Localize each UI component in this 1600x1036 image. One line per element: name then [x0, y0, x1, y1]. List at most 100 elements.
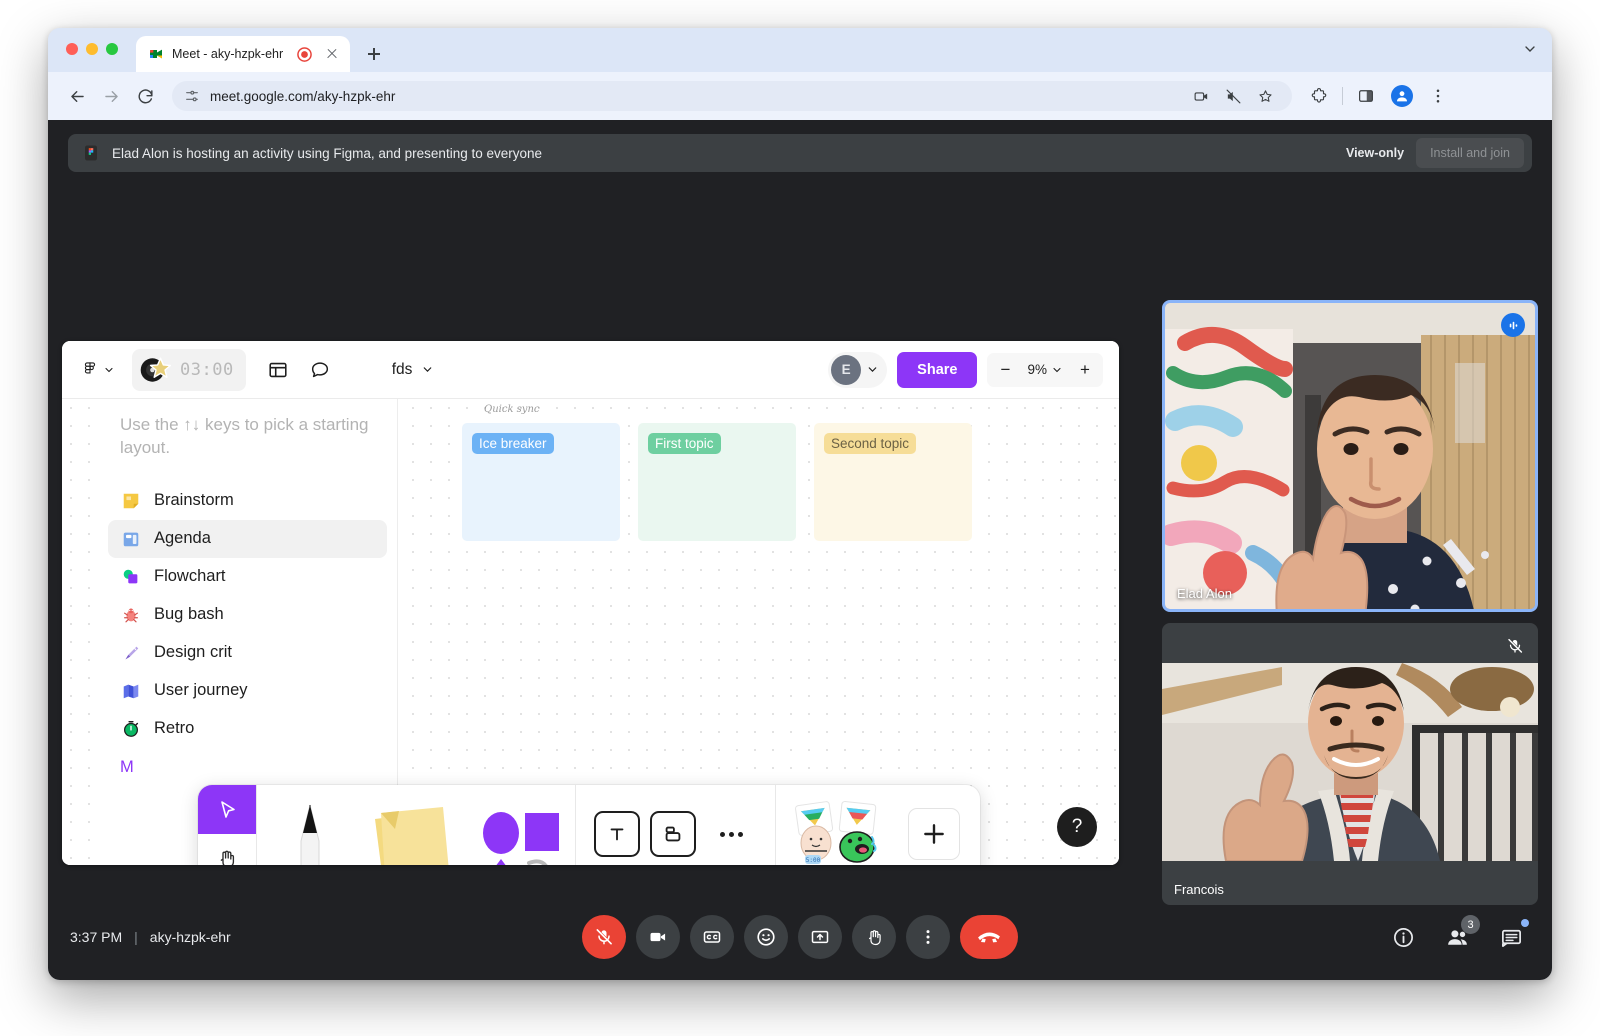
board-card-first-topic[interactable]: First topic — [638, 423, 796, 541]
new-tab-button[interactable] — [360, 40, 388, 68]
end-call-button[interactable] — [960, 915, 1018, 959]
meta-separator: | — [134, 929, 138, 945]
more-tools-icon[interactable] — [706, 831, 757, 837]
board-card-second-topic[interactable]: Second topic — [814, 423, 972, 541]
chat-unread-indicator — [1521, 919, 1529, 927]
figjam-file-name[interactable]: fds — [392, 361, 413, 379]
layout-item-label: Flowchart — [154, 567, 226, 586]
extensions-icon[interactable] — [1304, 81, 1334, 111]
speaker-muted-icon[interactable] — [1218, 81, 1248, 111]
comment-bubble-icon[interactable] — [304, 354, 336, 386]
mic-off-icon — [1504, 635, 1526, 657]
recording-icon[interactable] — [297, 46, 312, 62]
microphone-muted-button[interactable] — [582, 915, 626, 959]
participants-button[interactable]: 3 — [1436, 915, 1480, 958]
toolbar-divider — [1342, 87, 1343, 105]
sticky-note-icon — [120, 490, 142, 512]
tab-list-chevron-icon[interactable] — [1522, 41, 1538, 62]
zoom-level-menu[interactable]: 9% — [1021, 362, 1069, 377]
zoom-in-button[interactable]: + — [1069, 355, 1101, 385]
layout-item-agenda[interactable]: Agenda — [108, 519, 387, 558]
captions-button[interactable] — [690, 915, 734, 959]
browser-tab-strip: Meet - aky-hzpk-ehr — [48, 28, 1552, 72]
view-only-label: View-only — [1345, 146, 1405, 160]
figma-menu-chevron-icon[interactable] — [102, 363, 116, 377]
map-icon — [120, 680, 142, 702]
address-bar-url: meet.google.com/aky-hzpk-ehr — [210, 88, 396, 104]
participant-tile-elad-alon[interactable]: Elad Alon — [1162, 300, 1538, 612]
layout-item-retro[interactable]: Retro — [108, 710, 387, 748]
file-menu-chevron-icon[interactable] — [420, 363, 434, 377]
hand-pan-icon[interactable] — [198, 834, 256, 865]
present-button[interactable] — [798, 915, 842, 959]
site-settings-icon[interactable] — [184, 88, 200, 104]
meeting-code: aky-hzpk-ehr — [149, 929, 231, 945]
layout-item-design-crit[interactable]: Design crit — [108, 634, 387, 672]
screenshot-root: Meet - aky-hzpk-ehr meet.google.com/aky-… — [0, 0, 1600, 1036]
layout-panel-more-label[interactable]: M — [108, 748, 387, 777]
address-bar[interactable]: meet.google.com/aky-hzpk-ehr — [172, 81, 1292, 111]
activity-timer[interactable]: 03:00 — [132, 348, 246, 391]
activity-banner-text: Elad Alon is hosting an activity using F… — [112, 145, 543, 161]
figma-logo-icon[interactable] — [78, 358, 102, 382]
more-options-button[interactable] — [906, 915, 950, 959]
meet-right-controls: 3 — [1382, 915, 1532, 958]
participant-name: Elad Alon — [1177, 586, 1232, 601]
layout-item-flowchart[interactable]: Flowchart — [108, 558, 387, 596]
close-tab-icon[interactable] — [324, 46, 340, 62]
layout-item-brainstorm[interactable]: Brainstorm — [108, 482, 387, 520]
help-button[interactable]: ? — [1057, 807, 1097, 847]
participant-tile-francois[interactable]: Francois — [1162, 623, 1538, 905]
side-panel-icon[interactable] — [1351, 81, 1381, 111]
figjam-canvas[interactable]: Use the ↑↓ keys to pick a starting layou… — [62, 399, 1119, 865]
maximize-window-button[interactable] — [106, 43, 118, 55]
install-and-join-button[interactable]: Install and join — [1416, 138, 1524, 168]
reactions-button[interactable] — [744, 915, 788, 959]
layout-grid-icon[interactable] — [262, 354, 294, 386]
layout-item-label: Retro — [154, 719, 195, 738]
browser-menu-icon[interactable] — [1423, 81, 1453, 111]
window-traffic-lights — [66, 43, 118, 55]
meeting-details-button[interactable] — [1382, 916, 1424, 958]
minimize-window-button[interactable] — [86, 43, 98, 55]
board-card-ice-breaker[interactable]: Ice breaker — [462, 423, 620, 541]
camera-button[interactable] — [636, 915, 680, 959]
browser-tab[interactable]: Meet - aky-hzpk-ehr — [136, 36, 351, 72]
stickers-icon[interactable]: 5:00 — [788, 799, 906, 865]
zoom-level-value: 9% — [1027, 362, 1047, 377]
user-menu-chevron-icon[interactable] — [865, 363, 879, 377]
close-window-button[interactable] — [66, 43, 78, 55]
camera-icon[interactable] — [1186, 81, 1216, 111]
layout-item-label: Agenda — [154, 529, 211, 548]
profile-avatar-icon[interactable] — [1391, 85, 1413, 107]
share-button[interactable]: Share — [897, 351, 978, 388]
marker-pen-icon[interactable] — [257, 785, 363, 865]
bookmark-star-icon[interactable] — [1250, 81, 1280, 111]
cursor-arrow-icon[interactable] — [198, 785, 256, 834]
figjam-user-menu[interactable]: E — [828, 351, 888, 388]
layout-item-user-journey[interactable]: User journey — [108, 672, 387, 710]
google-meet-favicon-icon — [148, 46, 164, 62]
forward-icon[interactable] — [96, 81, 126, 111]
section-tool-icon[interactable] — [650, 811, 696, 857]
reload-icon[interactable] — [130, 81, 160, 111]
layout-item-bug-bash[interactable]: Bug bash — [108, 596, 387, 634]
activity-banner: Elad Alon is hosting an activity using F… — [68, 134, 1532, 172]
text-tool-icon[interactable] — [594, 811, 640, 857]
raise-hand-button[interactable] — [852, 915, 896, 959]
bug-icon — [120, 604, 142, 626]
meet-call-controls — [582, 915, 1018, 959]
zoom-out-button[interactable]: − — [989, 355, 1021, 385]
add-widget-icon[interactable] — [908, 808, 960, 860]
back-icon[interactable] — [62, 81, 92, 111]
chat-button[interactable] — [1490, 916, 1532, 958]
sticky-notes-icon[interactable] — [363, 785, 469, 865]
agenda-board: Quick sync Ice breaker First topic Secon… — [462, 404, 1022, 541]
svg-text:5:00: 5:00 — [806, 857, 821, 864]
activity-banner-actions: View-only Install and join — [1346, 138, 1524, 168]
flowchart-shapes-icon — [120, 566, 142, 588]
figjam-activity-stage: 03:00 fds E Share − 9% + Use the ↑↓ keys… — [62, 341, 1119, 865]
layout-item-label: Design crit — [154, 643, 232, 662]
google-meet-app: Elad Alon is hosting an activity using F… — [48, 120, 1552, 980]
shapes-icon[interactable] — [469, 785, 575, 865]
